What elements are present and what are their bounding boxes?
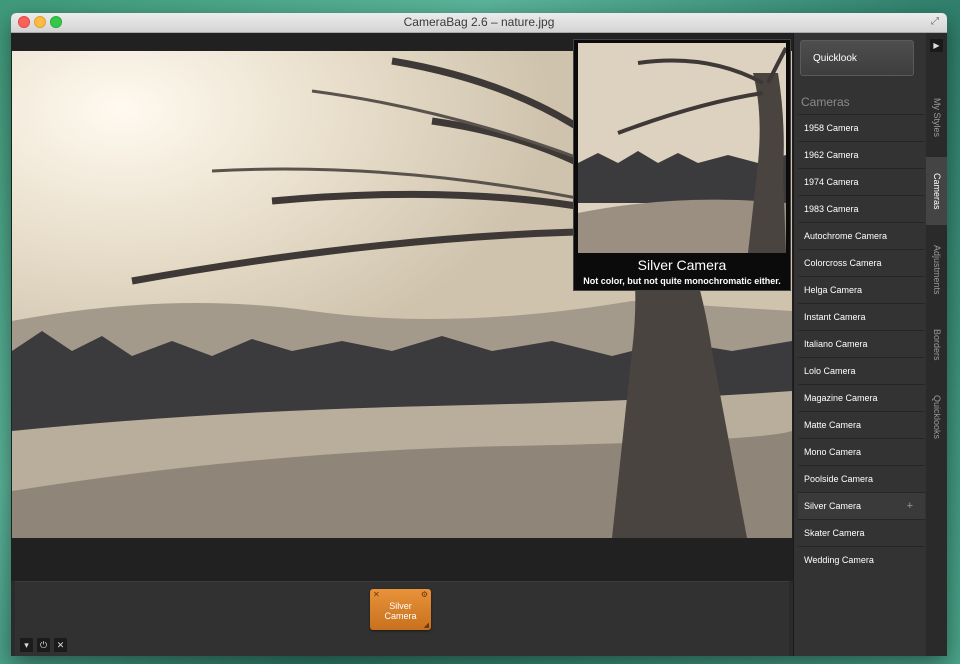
camera-list-item[interactable]: Mono Camera (798, 438, 925, 465)
applied-effect-chip[interactable]: ✕ ⚙ Silver Camera ◢ (370, 589, 431, 630)
preview-thumbnail (578, 43, 786, 253)
camera-item-label: 1962 Camera (804, 150, 859, 160)
sidebar-heading: Cameras (801, 95, 850, 109)
effect-chip-label: Silver Camera (370, 601, 431, 621)
preview-camera-name: Silver Camera (637, 257, 727, 273)
camera-item-label: Instant Camera (804, 312, 866, 322)
tab-adjustments[interactable]: Adjustments (926, 227, 947, 313)
camera-list-item[interactable]: 1958 Camera (798, 114, 925, 141)
photo-canvas-area: Silver Camera Not color, but not quite m… (11, 33, 793, 581)
power-icon[interactable]: ⏻ (37, 638, 50, 652)
camera-list: 1958 Camera 1962 Camera 1974 Camera 1983 Ca… (798, 114, 925, 573)
tab-borders[interactable]: Borders (926, 315, 947, 375)
styles-sidebar: Quicklook Cameras 1958 Camera 1962 Camera… (793, 33, 927, 656)
title-bar[interactable]: CameraBag 2.6 – nature.jpg ⤢ (11, 13, 947, 33)
camera-list-item[interactable]: Magazine Camera (798, 384, 925, 411)
app-window: CameraBag 2.6 – nature.jpg ⤢ Silver Came… (11, 13, 947, 656)
camera-item-label: Wedding Camera (804, 555, 874, 565)
window-title: CameraBag 2.6 – nature.jpg (403, 15, 555, 29)
camera-list-item[interactable]: 1962 Camera (798, 141, 925, 168)
tab-cameras[interactable]: Cameras (926, 157, 947, 225)
add-effect-icon[interactable]: + (907, 493, 913, 519)
camera-item-label: 1958 Camera (804, 123, 859, 133)
camera-list-item[interactable]: Silver Camera + (798, 492, 925, 519)
preview-camera-description: Not color, but not quite monochromatic e… (583, 276, 781, 286)
camera-item-label: Matte Camera (804, 420, 862, 430)
effect-chip-label-line2: Camera (384, 611, 417, 621)
camera-item-label: Colorcross Camera (804, 258, 882, 268)
camera-item-label: Magazine Camera (804, 393, 878, 403)
collapse-sidebar-icon[interactable]: ▶ (930, 39, 943, 52)
camera-list-item[interactable]: Skater Camera (798, 519, 925, 546)
camera-item-label: Italiano Camera (804, 339, 868, 349)
fullscreen-icon[interactable]: ⤢ (929, 16, 941, 28)
menu-icon[interactable]: ▾ (20, 638, 33, 652)
tab-my-styles[interactable]: My Styles (926, 81, 947, 155)
camera-list-item[interactable]: Matte Camera (798, 411, 925, 438)
camera-item-label: Mono Camera (804, 447, 862, 457)
camera-list-item[interactable]: Instant Camera (798, 303, 925, 330)
resize-grip-icon[interactable]: ◢ (424, 621, 429, 629)
close-icon[interactable]: ✕ (54, 638, 67, 652)
camera-list-item[interactable]: 1974 Camera (798, 168, 925, 195)
camera-item-label: Helga Camera (804, 285, 863, 295)
sidebar-tabs: ▶ My Styles Cameras Adjustments Borders … (926, 33, 947, 656)
camera-list-item[interactable]: Colorcross Camera (798, 249, 925, 276)
effects-tray: ✕ ⚙ Silver Camera ◢ ▾ ⏻ ✕ (15, 581, 789, 656)
camera-list-item[interactable]: Poolside Camera (798, 465, 925, 492)
camera-item-label: Skater Camera (804, 528, 865, 538)
camera-list-item[interactable]: Wedding Camera (798, 546, 925, 573)
effect-chip-label-line1: Silver (389, 601, 412, 611)
camera-list-item[interactable]: Helga Camera (798, 276, 925, 303)
effect-settings-icon[interactable]: ⚙ (421, 590, 428, 599)
camera-item-label: 1983 Camera (804, 204, 859, 214)
camera-item-label: Poolside Camera (804, 474, 874, 484)
camera-list-item[interactable]: 1983 Camera (798, 195, 925, 222)
camera-list-item[interactable]: Lolo Camera (798, 357, 925, 384)
camera-list-item[interactable]: Autochrome Camera (798, 222, 925, 249)
camera-item-label: Autochrome Camera (804, 231, 888, 241)
tab-quicklooks[interactable]: Quicklooks (926, 377, 947, 457)
remove-effect-icon[interactable]: ✕ (373, 590, 380, 599)
camera-item-label: Silver Camera (804, 501, 862, 511)
camera-item-label: 1974 Camera (804, 177, 859, 187)
camera-item-label: Lolo Camera (804, 366, 856, 376)
camera-preview-popup: Silver Camera Not color, but not quite m… (573, 39, 791, 291)
quicklook-button[interactable]: Quicklook (800, 40, 914, 76)
camera-list-item[interactable]: Italiano Camera (798, 330, 925, 357)
